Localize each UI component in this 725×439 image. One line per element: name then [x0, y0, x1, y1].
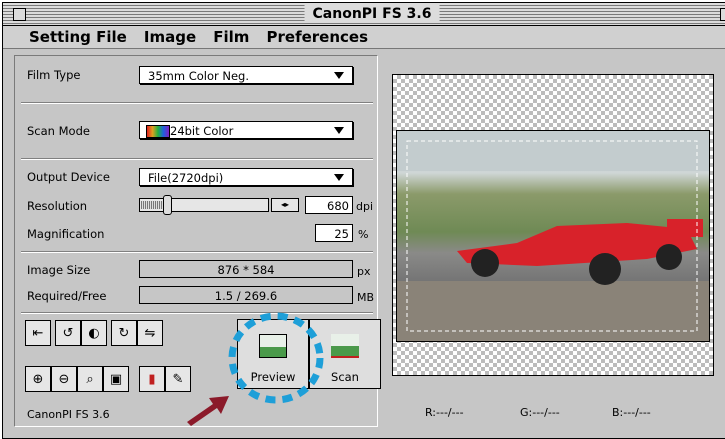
fit-image-icon[interactable]: ▣ [103, 366, 129, 392]
image-size-unit: px [357, 265, 371, 278]
required-free-label: Required/Free [27, 289, 107, 303]
scan-mode-value: 24bit Color [170, 124, 234, 138]
mirror-icon[interactable]: ⇋ [137, 320, 163, 346]
resolution-stepper[interactable]: ◂▸ [271, 198, 299, 212]
image-size-label: Image Size [27, 263, 91, 277]
magnification-input[interactable]: 25 [315, 224, 353, 242]
menu-image[interactable]: Image [144, 26, 196, 48]
output-device-label: Output Device [27, 170, 110, 184]
slider-thumb[interactable] [163, 195, 172, 215]
film-type-label: Film Type [27, 68, 81, 82]
color-spectrum-icon [146, 125, 170, 138]
magnification-unit: % [358, 228, 369, 241]
close-box[interactable] [13, 8, 26, 21]
green-readout: G:---/--- [520, 406, 560, 419]
resolution-label: Resolution [27, 199, 88, 213]
menu-setting-file[interactable]: Setting File [29, 26, 127, 48]
image-size-value: 876 * 584 [139, 260, 353, 278]
window-title: CanonPI FS 3.6 [304, 5, 440, 23]
zoom-out-icon[interactable]: ⊖ [51, 366, 77, 392]
rotate-right-icon[interactable]: ↻ [111, 320, 137, 346]
resolution-input[interactable]: 680 [305, 196, 353, 214]
required-free-value: 1.5 / 269.6 [139, 286, 353, 304]
rotate-left-icon[interactable]: ↺ [55, 320, 81, 346]
output-device-value: File(2720dpi) [148, 171, 224, 185]
scan-image-icon [331, 334, 359, 358]
blue-readout: B:---/--- [612, 406, 651, 419]
status-text: CanonPI FS 3.6 [27, 408, 110, 421]
menu-film[interactable]: Film [213, 26, 249, 48]
title-bar[interactable]: CanonPI FS 3.6 [3, 3, 725, 26]
scan-mode-dropdown[interactable]: 24bit Color [139, 121, 353, 139]
race-car-image [397, 131, 709, 341]
slider-fill [141, 201, 164, 209]
resolution-unit: dpi [356, 200, 374, 213]
magnification-label: Magnification [27, 227, 105, 241]
eject-film-icon[interactable]: ⇤ [25, 320, 51, 346]
required-free-unit: MB [357, 291, 375, 304]
zoom-box[interactable] [720, 8, 725, 21]
zoom-icon[interactable]: ⌕ [77, 366, 103, 392]
divider [21, 102, 373, 104]
scan-mode-label: Scan Mode [27, 124, 90, 138]
dropdown-arrow-icon [334, 127, 344, 134]
menu-preferences[interactable]: Preferences [267, 26, 369, 48]
contrast-icon[interactable]: ◐ [81, 320, 107, 346]
dropdown-arrow-icon [334, 72, 344, 79]
divider [21, 251, 373, 253]
preview-image[interactable] [396, 130, 710, 342]
output-device-dropdown[interactable]: File(2720dpi) [139, 168, 353, 186]
menu-bar: Setting File Image Film Preferences [3, 26, 725, 49]
zoom-in-icon[interactable]: ⊕ [25, 366, 51, 392]
film-type-dropdown[interactable]: 35mm Color Neg. [139, 66, 353, 84]
settings-panel: Film Type 35mm Color Neg. Scan Mode 24bi… [14, 55, 381, 427]
red-readout: R:---/--- [425, 406, 464, 419]
divider [21, 158, 373, 160]
pointer-arrow-annotation [187, 396, 229, 426]
color-adjust-icon[interactable]: ▮ [139, 366, 165, 392]
film-type-value: 35mm Color Neg. [148, 69, 250, 83]
resolution-slider[interactable] [139, 195, 269, 215]
dropdown-arrow-icon [334, 174, 344, 181]
